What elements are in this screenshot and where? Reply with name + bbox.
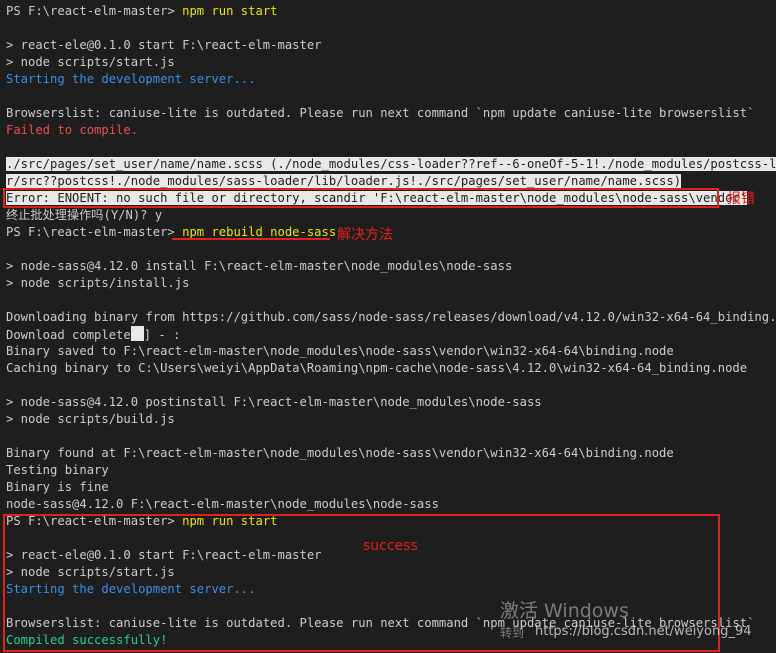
terminal-line: Binary is fine: [6, 480, 109, 494]
prompt: PS F:\react-elm-master>: [6, 225, 175, 239]
download-progress: ] - :: [143, 328, 181, 342]
prompt: PS F:\react-elm-master>: [6, 4, 175, 18]
terminal-line: Starting the development server...: [6, 72, 256, 86]
terminal-line: PS F:\react-elm-master> npm run start: [6, 3, 776, 20]
terminal-line-highlighted: r/src??postcss!./node_modules/sass-loade…: [6, 174, 682, 188]
terminal-line: Browserslist: caniuse-lite is outdated. …: [6, 106, 755, 120]
terminal-line: Testing binary: [6, 463, 109, 477]
terminal-line: > node scripts/build.js: [6, 412, 175, 426]
error-label: 报错: [727, 191, 755, 207]
error-highlight-box: [3, 188, 719, 208]
success-label: success: [363, 538, 418, 554]
command: npm rebuild node-sass: [182, 225, 337, 239]
terminal-line: Download complete ] - :: [6, 326, 776, 343]
terminal-line: > node scripts/install.js: [6, 276, 190, 290]
cursor-block: [130, 326, 144, 341]
terminal-line: 终止批处理操作吗(Y/N)? y: [6, 208, 163, 222]
terminal-line: Failed to compile.: [6, 123, 139, 137]
terminal-line-highlighted: ./src/pages/set_user/name/name.scss (./n…: [6, 157, 776, 171]
terminal-line: > node-sass@4.12.0 install F:\react-elm-…: [6, 259, 513, 273]
csdn-watermark: https://blog.csdn.net/weiyong_94: [535, 624, 752, 639]
terminal-line: > react-ele@0.1.0 start F:\react-elm-mas…: [6, 38, 322, 52]
fix-label: 解决方法: [337, 227, 393, 243]
download-text: Download complete: [6, 328, 131, 342]
terminal-line: Binary saved to F:\react-elm-master\node…: [6, 344, 674, 358]
windows-activation-watermark: 激活 Windows: [500, 600, 629, 622]
terminal-line: > node scripts/start.js: [6, 55, 175, 69]
windows-activation-goto: 转到: [500, 626, 525, 640]
terminal-line: Caching binary to C:\Users\weiyi\AppData…: [6, 361, 748, 375]
terminal-line: Binary found at F:\react-elm-master\node…: [6, 446, 674, 460]
command: npm run start: [182, 4, 278, 18]
fix-underline: [172, 238, 330, 240]
terminal-line: node-sass@4.12.0 F:\react-elm-master\nod…: [6, 497, 439, 511]
terminal-line: > node-sass@4.12.0 postinstall F:\react-…: [6, 395, 542, 409]
terminal-line: Downloading binary from https://github.c…: [6, 310, 776, 324]
